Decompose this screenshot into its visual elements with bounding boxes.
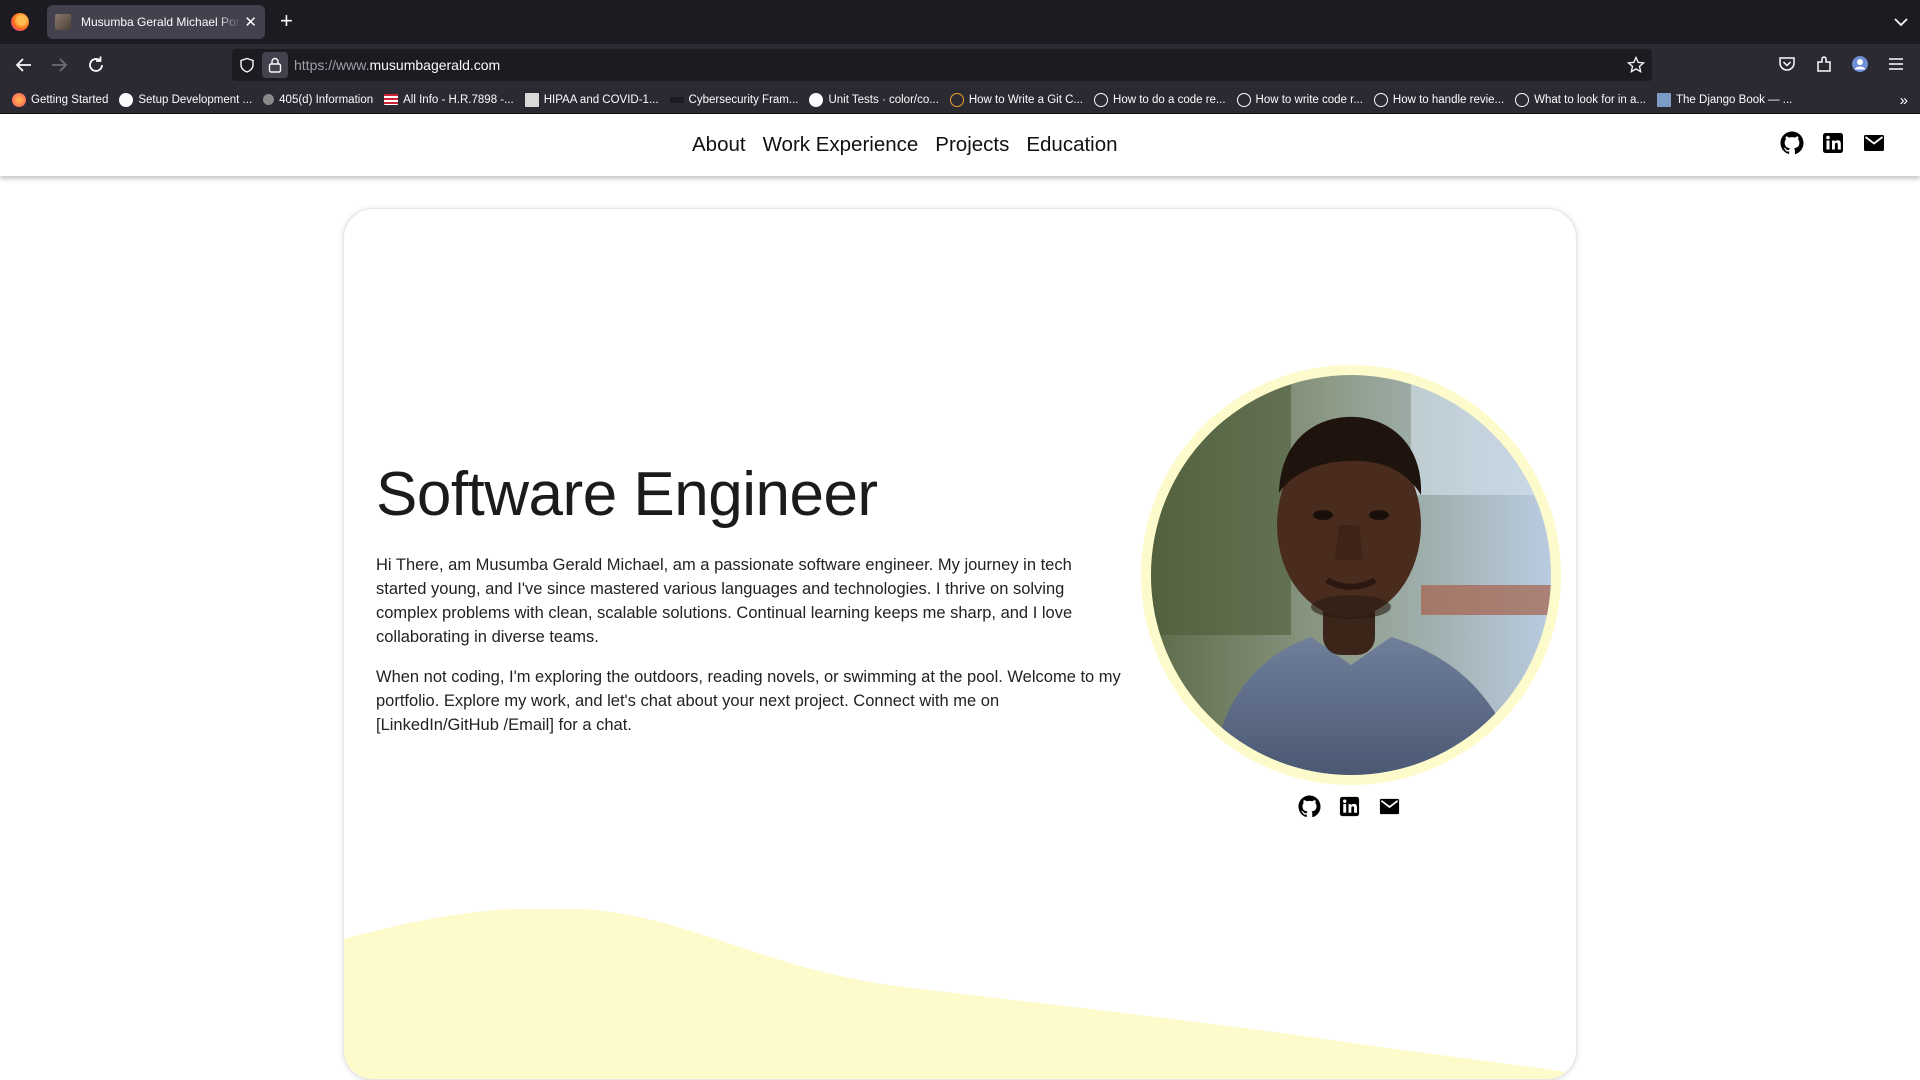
hamburger-menu-icon[interactable] [1886,54,1906,74]
bookmark-label: 405(d) Information [279,93,374,106]
more-bookmarks-chevron-icon[interactable]: » [1900,92,1908,109]
github-icon[interactable] [1298,795,1321,818]
nist-icon [669,96,684,103]
bookmark-label: Unit Tests · color/co... [828,93,939,106]
tracking-shield-icon[interactable] [239,57,255,73]
bookmark-label: What to look for in a... [1534,93,1646,106]
bookmark-label: How to write code r... [1255,93,1363,106]
globe-icon [1236,92,1251,107]
url-prefix: https://www. [294,57,370,73]
bookmark-item[interactable]: What to look for in a... [1515,92,1646,107]
nav-link-projects[interactable]: Projects [935,133,1009,157]
nav-link-about[interactable]: About [692,133,746,157]
profile-photo [1151,375,1551,775]
bookmark-label: Setup Development ... [138,93,253,106]
github-icon [809,92,824,107]
github-icon[interactable] [1780,131,1804,155]
browser-tab[interactable]: Musumba Gerald Michael Portfolio ✕ [47,5,265,39]
hero-title: Software Engineer [376,460,878,529]
tab-title: Musumba Gerald Michael Portfolio [81,15,241,29]
url-text: https://www.musumbagerald.com [294,57,500,73]
intro-paragraph: Hi There, am Musumba Gerald Michael, am … [376,556,1073,646]
bookmark-label: How to do a code re... [1113,93,1226,106]
reload-icon[interactable] [85,54,107,76]
bookmark-label: HIPAA and COVID-1... [543,93,659,106]
bookmark-label: The Django Book — ... [1676,93,1793,106]
us-flag-icon [384,94,399,105]
url-bar[interactable]: https://www.musumbagerald.com [232,49,1652,81]
site-header: About Work Experience Projects Education [0,114,1920,176]
site-info-button[interactable] [262,52,288,78]
extensions-icon[interactable] [1814,54,1834,74]
bookmark-star-icon[interactable] [1627,56,1645,74]
github-icon [119,92,134,107]
bookmark-label: Getting Started [31,93,109,106]
linkedin-icon[interactable] [1821,131,1845,155]
browser-toolbar: https://www.musumbagerald.com [0,44,1920,86]
new-tab-icon[interactable]: + [280,10,293,32]
bookmark-item[interactable]: Getting Started [12,92,109,107]
linkedin-icon[interactable] [1338,795,1361,818]
bookmark-item[interactable]: The Django Book — ... [1657,92,1793,107]
card-social-links [1298,795,1401,818]
bookmark-item[interactable]: How to handle revie... [1373,92,1505,107]
email-icon[interactable] [1378,795,1401,818]
nav-link-education[interactable]: Education [1026,133,1117,157]
tab-favicon-icon [55,14,71,30]
bookmark-item[interactable]: Unit Tests · color/co... [809,92,939,107]
bookmark-label: How to handle revie... [1392,93,1505,106]
globe-icon [1373,92,1388,107]
forward-arrow-icon[interactable] [48,54,70,76]
document-icon [524,92,539,107]
bookmark-item[interactable]: Setup Development ... [119,92,253,107]
book-icon [1657,92,1671,107]
main-menu: About Work Experience Projects Education [692,133,1118,157]
header-social-links [1780,131,1886,155]
browser-tab-strip: Musumba Gerald Michael Portfolio ✕ + [0,0,1920,44]
copyright-icon [949,92,964,107]
tab-close-icon[interactable]: ✕ [244,15,257,30]
url-domain: musumbagerald.com [369,57,501,73]
email-icon[interactable] [1862,131,1886,155]
back-arrow-icon[interactable] [13,54,35,76]
globe-icon [1515,92,1530,107]
tab-list-chevron-icon[interactable] [1892,13,1910,31]
bookmark-label: All Info - H.R.7898 -... [403,93,514,106]
hobbies-paragraph: When not coding, I'm exploring the outdo… [376,668,1121,734]
lock-icon [268,57,282,73]
profile-photo-frame [1141,365,1561,785]
decorative-wave [344,909,1576,1079]
hero-card: Software Engineer Hi There, am Musumba G… [343,208,1577,1080]
bookmark-item[interactable]: How to Write a Git C... [949,92,1084,107]
firefox-logo-icon[interactable] [11,13,29,31]
account-icon[interactable] [1850,54,1870,74]
bookmarks-toolbar: Getting Started Setup Development ... 40… [0,86,1920,114]
bookmark-item[interactable]: All Info - H.R.7898 -... [384,94,514,106]
seal-icon [263,94,275,105]
firefox-icon [12,92,26,107]
bookmark-item[interactable]: How to write code r... [1236,92,1363,107]
bookmark-label: How to Write a Git C... [968,93,1084,106]
bookmark-item[interactable]: Cybersecurity Fram... [669,93,799,106]
bookmark-item[interactable]: HIPAA and COVID-1... [524,92,659,107]
pocket-icon[interactable] [1777,54,1797,74]
nav-link-work-experience[interactable]: Work Experience [763,133,919,157]
globe-icon [1094,92,1109,107]
bookmark-item[interactable]: How to do a code re... [1094,92,1226,107]
bookmark-label: Cybersecurity Fram... [688,93,799,106]
bookmark-item[interactable]: 405(d) Information [263,94,373,106]
